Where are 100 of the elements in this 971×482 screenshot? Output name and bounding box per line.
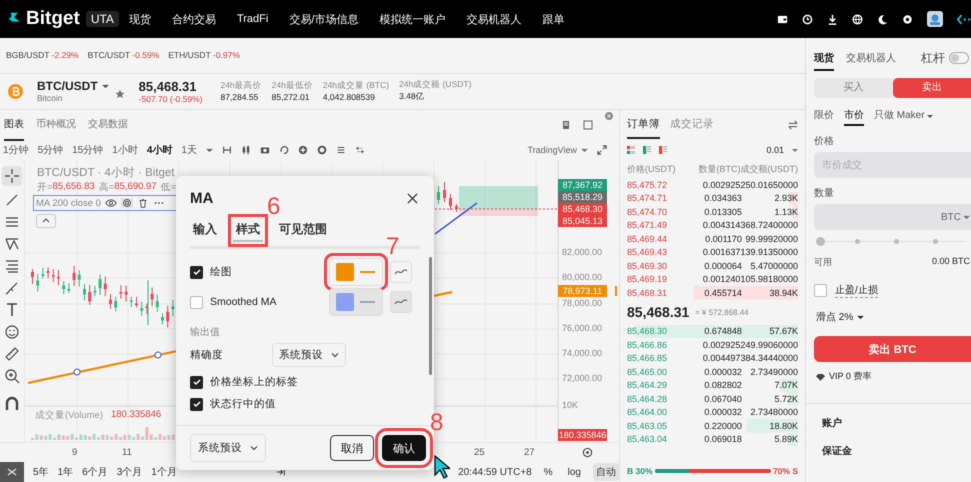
crosshair-icon[interactable] <box>2 166 22 186</box>
order-type-tab[interactable]: 限价 <box>814 106 834 126</box>
checkbox-label[interactable]: Smoothed MA <box>210 296 277 308</box>
line-style-button[interactable] <box>390 261 412 283</box>
precision-select[interactable]: 0.01 <box>766 145 784 155</box>
zoom-in-icon[interactable] <box>4 368 20 384</box>
logo-icon[interactable] <box>957 14 971 24</box>
window-icon[interactable] <box>583 120 593 130</box>
globe-icon[interactable] <box>852 14 863 24</box>
checkbox[interactable] <box>190 296 203 308</box>
color-picker-button[interactable] <box>329 288 383 316</box>
bar-chart-icon[interactable] <box>222 145 232 155</box>
sell-button[interactable]: 卖出 BTC <box>814 336 971 362</box>
margin-toggle[interactable] <box>949 52 969 64</box>
interval-tab[interactable]: 15分钟 <box>72 143 104 157</box>
trade-tab[interactable]: 交易机器人 <box>846 45 896 71</box>
pattern-icon[interactable] <box>4 236 20 252</box>
checkbox[interactable] <box>190 376 203 388</box>
position-zone[interactable] <box>458 186 538 216</box>
candles-icon[interactable] <box>240 145 251 155</box>
interval-tab[interactable]: 1分钟 <box>3 143 29 157</box>
checkbox-label[interactable]: 绘图 <box>210 265 232 279</box>
circle-icon[interactable] <box>316 145 327 155</box>
wallet-icon[interactable] <box>777 14 788 24</box>
nav-link[interactable]: TradFi <box>236 13 268 25</box>
chart-source-menu[interactable]: TradingView <box>527 145 577 155</box>
nav-link[interactable]: 跟单 <box>542 12 564 26</box>
caret-icon[interactable] <box>857 314 864 320</box>
trade-tab[interactable]: 现货 <box>814 45 834 71</box>
checkbox-label[interactable]: 价格坐标上的标签 <box>210 375 298 389</box>
collapse-icon[interactable] <box>0 462 24 482</box>
trend-line[interactable] <box>434 202 478 235</box>
fib-lines-icon[interactable] <box>4 258 20 274</box>
add-icon[interactable] <box>298 145 308 155</box>
dialog-tab[interactable]: 可见范围 <box>276 219 330 242</box>
slippage-select[interactable]: 滑点 2% <box>816 310 854 324</box>
undo-icon[interactable] <box>278 145 289 155</box>
checkbox-label[interactable]: 状态行中的值 <box>210 397 276 411</box>
ruler-icon[interactable] <box>4 346 20 362</box>
book-both-icon[interactable] <box>627 146 635 154</box>
download-icon[interactable] <box>827 14 838 24</box>
magnet-icon[interactable] <box>4 396 20 412</box>
side-tab[interactable]: 卖出 <box>892 78 971 98</box>
scale-button[interactable]: 自动 <box>593 463 619 481</box>
checkbox[interactable] <box>814 284 827 297</box>
moon-icon[interactable] <box>877 14 888 24</box>
order-type-tab[interactable]: 只做 Maker <box>874 106 925 126</box>
order-type-tab[interactable]: 市价 <box>844 106 864 126</box>
interval-tab[interactable]: 1小时 <box>112 143 138 157</box>
line-handle[interactable] <box>73 368 80 376</box>
book-asks-icon[interactable] <box>659 146 667 154</box>
line-style-button[interactable] <box>390 291 412 313</box>
nav-link[interactable]: 交易机器人 <box>466 12 522 26</box>
expand-icon[interactable] <box>597 145 607 155</box>
range-button[interactable]: 5年 <box>33 465 49 479</box>
caret-icon[interactable] <box>926 114 933 118</box>
range-button[interactable]: 3个月 <box>116 465 142 479</box>
close-icon[interactable] <box>407 193 418 204</box>
brand-name[interactable]: Bitget <box>26 8 80 30</box>
chart-tab[interactable]: 交易数据 <box>88 109 128 141</box>
orderbook-tab[interactable]: 订单簿 <box>627 111 660 139</box>
brush-icon[interactable] <box>4 280 20 296</box>
checkbox[interactable] <box>190 266 203 278</box>
checkbox[interactable] <box>190 398 203 410</box>
chart-tab[interactable]: 图表 <box>4 109 24 141</box>
preset-select[interactable]: 系统预设 <box>190 434 266 462</box>
collapse-button[interactable] <box>36 214 56 228</box>
swap-icon[interactable] <box>788 120 798 130</box>
target-icon[interactable] <box>582 447 593 458</box>
avatar-icon[interactable] <box>927 11 943 27</box>
emoji-icon[interactable] <box>4 324 20 340</box>
eye-icon[interactable] <box>104 198 117 208</box>
nav-link[interactable]: 现货 <box>128 12 151 26</box>
range-button[interactable]: 1年 <box>58 465 74 479</box>
interval-tab[interactable]: 4小时 <box>146 143 172 157</box>
camera-icon[interactable] <box>260 145 270 155</box>
pair-symbol[interactable]: BTC/USDT <box>37 79 98 94</box>
cancel-button[interactable]: 取消 <box>330 435 374 461</box>
amount-slider[interactable] <box>816 236 965 248</box>
scrollbar[interactable] <box>429 257 432 375</box>
interval-tab[interactable]: 5分钟 <box>38 143 64 157</box>
scale-button[interactable]: % <box>540 464 556 480</box>
amount-field[interactable]: BTC <box>814 204 971 230</box>
ticker-item[interactable]: BGB/USDT -2.29% <box>6 50 79 60</box>
checkbox-label[interactable]: 止盈/止损 <box>835 283 878 298</box>
caret-icon[interactable] <box>102 84 109 89</box>
compare-icon[interactable] <box>354 145 365 155</box>
nav-link[interactable]: 合约交易 <box>172 12 216 26</box>
nav-link[interactable]: 交易/市场信息 <box>289 12 358 26</box>
goto-icon[interactable] <box>276 467 286 477</box>
precision-select[interactable]: 系统预设 <box>272 343 346 367</box>
dialog-tab[interactable]: 输入 <box>190 219 220 242</box>
star-icon[interactable] <box>114 89 125 100</box>
ticker-item[interactable]: BTC/USDT -0.59% <box>88 50 160 60</box>
clock-icon[interactable] <box>802 14 813 24</box>
book-bids-icon[interactable] <box>643 146 651 154</box>
range-button[interactable]: 1个月 <box>151 465 177 479</box>
ticker-item[interactable]: ETH/USDT -0.97% <box>168 50 240 60</box>
side-tab[interactable]: 买入 <box>814 78 892 98</box>
line-handle[interactable] <box>154 352 162 358</box>
